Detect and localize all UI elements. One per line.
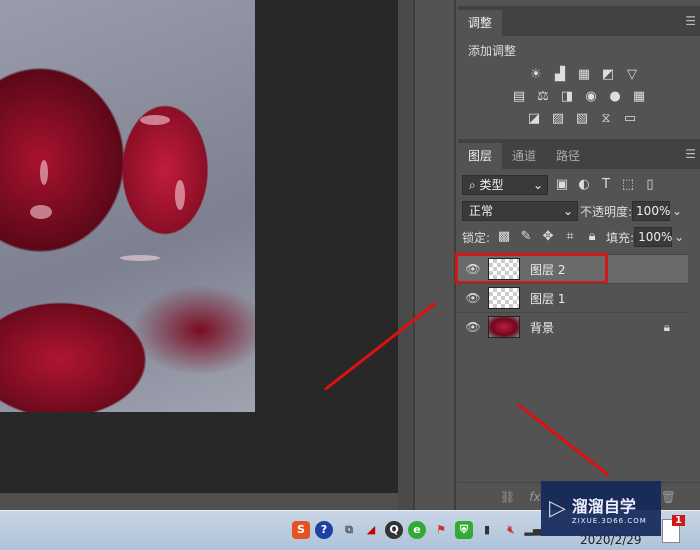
color-lookup-icon[interactable]: ▦: [631, 89, 647, 105]
notification-badge: 1: [672, 515, 685, 526]
security-shield-icon[interactable]: ⛨: [455, 521, 473, 539]
curves-icon[interactable]: ▦: [576, 67, 592, 83]
help-icon[interactable]: ?: [315, 521, 333, 539]
chevron-down-icon: ⌄: [562, 204, 573, 218]
tab-paths[interactable]: 路径: [546, 143, 590, 169]
volume-muted-icon[interactable]: 🔇︎: [502, 521, 520, 539]
rose-image: [0, 0, 255, 412]
posterize-icon[interactable]: ▨: [550, 111, 566, 127]
photo-filter-icon[interactable]: ◉: [583, 89, 599, 105]
opacity-input[interactable]: 100%: [632, 201, 670, 221]
document-canvas[interactable]: [0, 0, 398, 493]
vibrance-icon[interactable]: ▽: [624, 67, 640, 83]
lock-all-icon[interactable]: 🔒︎: [584, 229, 600, 245]
color-balance-icon[interactable]: ⚖: [535, 89, 551, 105]
type-filter-icon[interactable]: T: [598, 177, 614, 193]
lock-transparent-icon[interactable]: ▩: [496, 229, 512, 245]
channel-mixer-icon[interactable]: ●: [607, 89, 623, 105]
gradient-map-icon[interactable]: ▭: [622, 111, 638, 127]
qq-icon[interactable]: Q: [385, 521, 403, 539]
layer-row-2[interactable]: 👁︎ 图层 2: [455, 253, 688, 284]
smart-object-filter-icon[interactable]: ▯: [642, 177, 658, 193]
play-logo-icon: ▷: [549, 496, 566, 521]
tab-channels[interactable]: 通道: [502, 143, 546, 169]
tab-layers[interactable]: 图层: [458, 143, 503, 169]
fill-dropdown[interactable]: ⌄: [674, 230, 684, 244]
trash-icon[interactable]: 🗑︎: [661, 490, 676, 504]
lock-artboard-icon[interactable]: ⌗: [562, 229, 578, 245]
pixel-filter-icon[interactable]: ▣: [554, 177, 570, 193]
sogou-icon[interactable]: S: [292, 521, 310, 539]
invert-icon[interactable]: ◪: [526, 111, 542, 127]
fill-label: 填充:: [606, 230, 635, 245]
lock-label: 锁定:: [462, 230, 491, 245]
action-center-icon[interactable]: ⚑: [432, 521, 450, 539]
tab-adjustments[interactable]: 调整: [458, 10, 503, 36]
chevron-down-icon: ⌄: [532, 178, 543, 192]
layer-row-1[interactable]: 👁︎ 图层 1: [458, 283, 688, 312]
eye-icon[interactable]: 👁︎: [458, 320, 488, 334]
panel-menu-icon[interactable]: ☰: [685, 147, 696, 161]
layer-row-background[interactable]: 👁︎ 背景 🔒︎: [458, 312, 688, 341]
eye-icon[interactable]: 👁︎: [458, 291, 488, 305]
link-icon[interactable]: ⛓: [500, 490, 515, 504]
brightness-icon[interactable]: ☀: [528, 67, 544, 83]
lock-icon: 🔒︎: [663, 319, 670, 334]
fx-button[interactable]: fx: [529, 490, 540, 504]
adjustment-filter-icon[interactable]: ◐: [576, 177, 592, 193]
opacity-dropdown[interactable]: ⌄: [672, 204, 682, 218]
black-white-icon[interactable]: ◨: [559, 89, 575, 105]
exposure-icon[interactable]: ◩: [600, 67, 616, 83]
adjustments-title: 添加调整: [468, 44, 517, 58]
lock-paint-icon[interactable]: ✎: [518, 229, 534, 245]
threshold-icon[interactable]: ▧: [574, 111, 590, 127]
fill-input[interactable]: 100%: [634, 227, 672, 247]
watermark-logo: ▷ 溜溜自学 ZIXUE.3D66.COM: [541, 481, 661, 536]
blend-mode-select[interactable]: 正常 ⌄: [462, 201, 578, 221]
opacity-label: 不透明度:: [580, 204, 633, 219]
lock-position-icon[interactable]: ✥: [540, 229, 556, 245]
app-icon[interactable]: ◢: [362, 521, 380, 539]
highlight-box: [455, 253, 608, 284]
layer-list: 👁︎ 图层 2 👁︎ 图层 1 👁︎ 背景 🔒︎: [455, 253, 688, 341]
layer-thumbnail: [488, 287, 520, 309]
layer-thumbnail: [488, 316, 520, 338]
search-icon: ⌕: [469, 178, 480, 192]
browser-icon[interactable]: e: [408, 521, 426, 539]
collapsed-panel-dock: [417, 0, 456, 510]
selective-color-icon[interactable]: ⧖: [598, 111, 614, 127]
network-icon[interactable]: ▂▄: [524, 521, 542, 539]
panel-menu-icon[interactable]: ☰: [685, 14, 696, 28]
horizontal-scrollbar[interactable]: [0, 493, 398, 510]
vertical-scrollbar[interactable]: [398, 0, 415, 510]
show-hidden-icon[interactable]: ⧉: [340, 521, 358, 539]
right-panels: 调整 ☰ 添加调整 ☀ ▟ ▦ ◩ ▽ ▤ ⚖ ◨ ◉ ● ▦ ◪ ▨ ▧ ⧖ …: [455, 0, 700, 510]
levels-icon[interactable]: ▟: [552, 67, 568, 83]
filter-kind-select[interactable]: ⌕ 类型 ⌄: [462, 175, 548, 195]
hue-saturation-icon[interactable]: ▤: [511, 89, 527, 105]
power-icon[interactable]: ▮: [478, 521, 496, 539]
shape-filter-icon[interactable]: ⬚: [620, 177, 636, 193]
